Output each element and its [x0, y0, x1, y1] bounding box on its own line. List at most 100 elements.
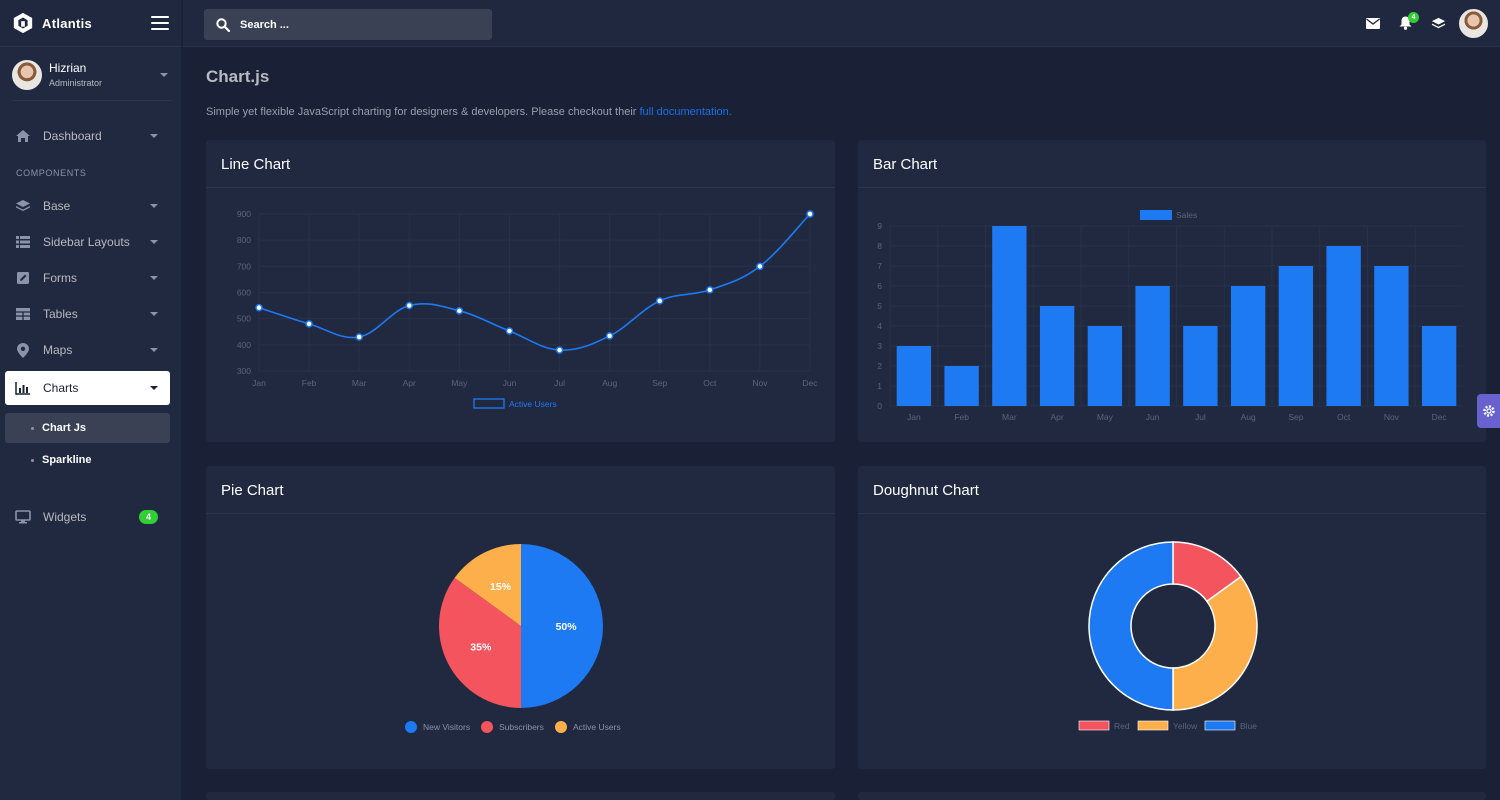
y-tick-label: 800	[237, 235, 251, 245]
data-point	[305, 320, 313, 328]
header-avatar[interactable]	[1459, 9, 1488, 38]
search-input[interactable]	[240, 18, 460, 31]
x-tick-label: Dec	[1432, 412, 1448, 422]
sidebar-item-widgets[interactable]: Widgets 4	[5, 499, 170, 535]
legend-swatch	[555, 721, 567, 733]
notification-count-badge: 4	[1408, 12, 1419, 23]
documentation-link[interactable]: full documentation.	[640, 106, 732, 118]
bar	[944, 366, 979, 406]
data-point	[355, 333, 363, 341]
x-tick-label: Jan	[252, 378, 266, 388]
legend-swatch	[1078, 720, 1110, 731]
slice-value-label: 50%	[556, 621, 578, 633]
sidebar-item-label: Charts	[43, 381, 79, 395]
sidebar-subitem-sparkline[interactable]: Sparkline	[5, 445, 170, 475]
line-chart: 300 400 500 600 700 800 900 Jan Feb Mar Apr May Jun J…	[237, 209, 818, 409]
legend-label: Subscribers	[499, 722, 544, 732]
brand-name: Atlantis	[42, 15, 93, 31]
y-tick-label: 400	[237, 340, 251, 350]
x-tick-label: Nov	[752, 378, 768, 388]
chevron-down-icon	[150, 312, 158, 316]
bar	[1374, 266, 1409, 406]
sidebar-item-tables[interactable]: Tables	[5, 296, 170, 332]
chevron-down-icon	[150, 348, 158, 352]
pie-chart-card: Pie Chart 50% 35% 15% New Visitors Subscribe…	[206, 466, 835, 769]
data-point	[555, 346, 564, 354]
legend-label: Sales	[1176, 210, 1197, 220]
x-tick-label: Jul	[554, 378, 565, 388]
chevron-down-icon	[150, 240, 158, 244]
table-icon	[15, 306, 31, 322]
envelope-icon[interactable]	[1366, 18, 1380, 29]
bar-chart: 0 1 2 3 4 5 6 7 8 9 Jan Feb Mar Apr May Jun Jul Aug Sep Oct…	[877, 210, 1463, 422]
card-partial	[206, 792, 835, 800]
card-title: Line Chart	[206, 140, 835, 188]
y-tick-label: 8	[877, 241, 882, 251]
chevron-down-icon	[160, 72, 168, 77]
bar	[1087, 326, 1123, 406]
legend-swatch	[473, 398, 505, 409]
sidebar-item-sidebar-layouts[interactable]: Sidebar Layouts	[5, 224, 170, 260]
x-tick-label: Mar	[1002, 412, 1017, 422]
user-name: Hizrian	[49, 61, 87, 75]
y-tick-label: 3	[877, 341, 882, 351]
legend-label: Yellow	[1173, 721, 1198, 731]
y-tick-label: 600	[237, 288, 251, 298]
sidebar-item-label: Forms	[43, 271, 77, 285]
list-icon	[15, 234, 31, 250]
bar	[1183, 326, 1218, 406]
user-role: Administrator	[49, 78, 103, 88]
sidebar-toggle-button[interactable]	[151, 16, 169, 30]
data-point	[455, 307, 464, 315]
page-title: Chart.js	[206, 67, 270, 86]
nav-section-heading: COMPONENTS	[16, 168, 87, 178]
sidebar-item-label: Base	[43, 199, 71, 213]
bar	[992, 226, 1027, 406]
data-point	[756, 262, 764, 271]
card-title: Pie Chart	[206, 466, 835, 514]
y-tick-label: 300	[237, 366, 251, 376]
sidebar-item-forms[interactable]: Forms	[5, 260, 170, 296]
chevron-down-icon	[150, 386, 158, 390]
data-point	[655, 297, 664, 305]
x-tick-label: Feb	[302, 378, 317, 388]
bar	[1039, 306, 1075, 406]
legend-swatch	[1204, 720, 1236, 731]
bar-chart-icon	[15, 380, 31, 396]
y-tick-label: 5	[877, 301, 882, 311]
sidebar-item-maps[interactable]: Maps	[5, 332, 170, 368]
y-tick-label: 0	[877, 401, 882, 411]
card-title: Doughnut Chart	[858, 466, 1486, 514]
search-bar[interactable]	[204, 9, 492, 40]
x-tick-label: Jan	[907, 412, 921, 422]
x-tick-label: May	[1097, 412, 1114, 422]
settings-gear-button[interactable]	[1477, 394, 1500, 428]
notifications-button[interactable]: 4	[1399, 12, 1419, 35]
sidebar-subitem-label: Sparkline	[42, 454, 92, 466]
sidebar-item-charts[interactable]: Charts	[5, 371, 170, 405]
layers-icon[interactable]	[1431, 16, 1446, 31]
chevron-down-icon	[150, 204, 158, 208]
x-tick-label: Aug	[1241, 412, 1256, 422]
pie-chart: 50% 35% 15% New Visitors Subscribers Active U…	[405, 544, 621, 733]
bar	[1278, 266, 1314, 406]
chevron-down-icon	[150, 276, 158, 280]
user-profile[interactable]: Hizrian Administrator	[12, 55, 172, 101]
sidebar-item-base[interactable]: Base	[5, 188, 170, 224]
data-point	[505, 327, 514, 335]
sidebar-item-dashboard[interactable]: Dashboard	[5, 118, 170, 154]
line-chart-card: Line Chart 300 400 500 600 700 800 900 Jan Feb Ma…	[206, 140, 835, 442]
sidebar-nav: Dashboard COMPONENTS Base Sidebar Layout…	[5, 118, 170, 535]
legend-label: Active Users	[509, 399, 557, 409]
y-tick-label: 9	[877, 221, 882, 231]
sidebar-subitem-chart-js[interactable]: Chart Js	[5, 413, 170, 443]
sidebar-subitem-label: Chart Js	[42, 422, 87, 434]
y-tick-label: 6	[877, 281, 882, 291]
x-tick-label: Oct	[1337, 412, 1351, 422]
bar-chart-card: Bar Chart 0 1 2 3 4 5 6 7 8 9 Jan Feb Mar Apr May Jun Ju…	[858, 140, 1486, 442]
sidebar: Atlantis Hizrian Administrator Dashboard…	[0, 0, 182, 800]
y-tick-label: 900	[237, 209, 251, 219]
search-icon[interactable]	[216, 17, 230, 32]
legend-swatch	[1140, 210, 1172, 220]
bar	[1421, 326, 1457, 406]
